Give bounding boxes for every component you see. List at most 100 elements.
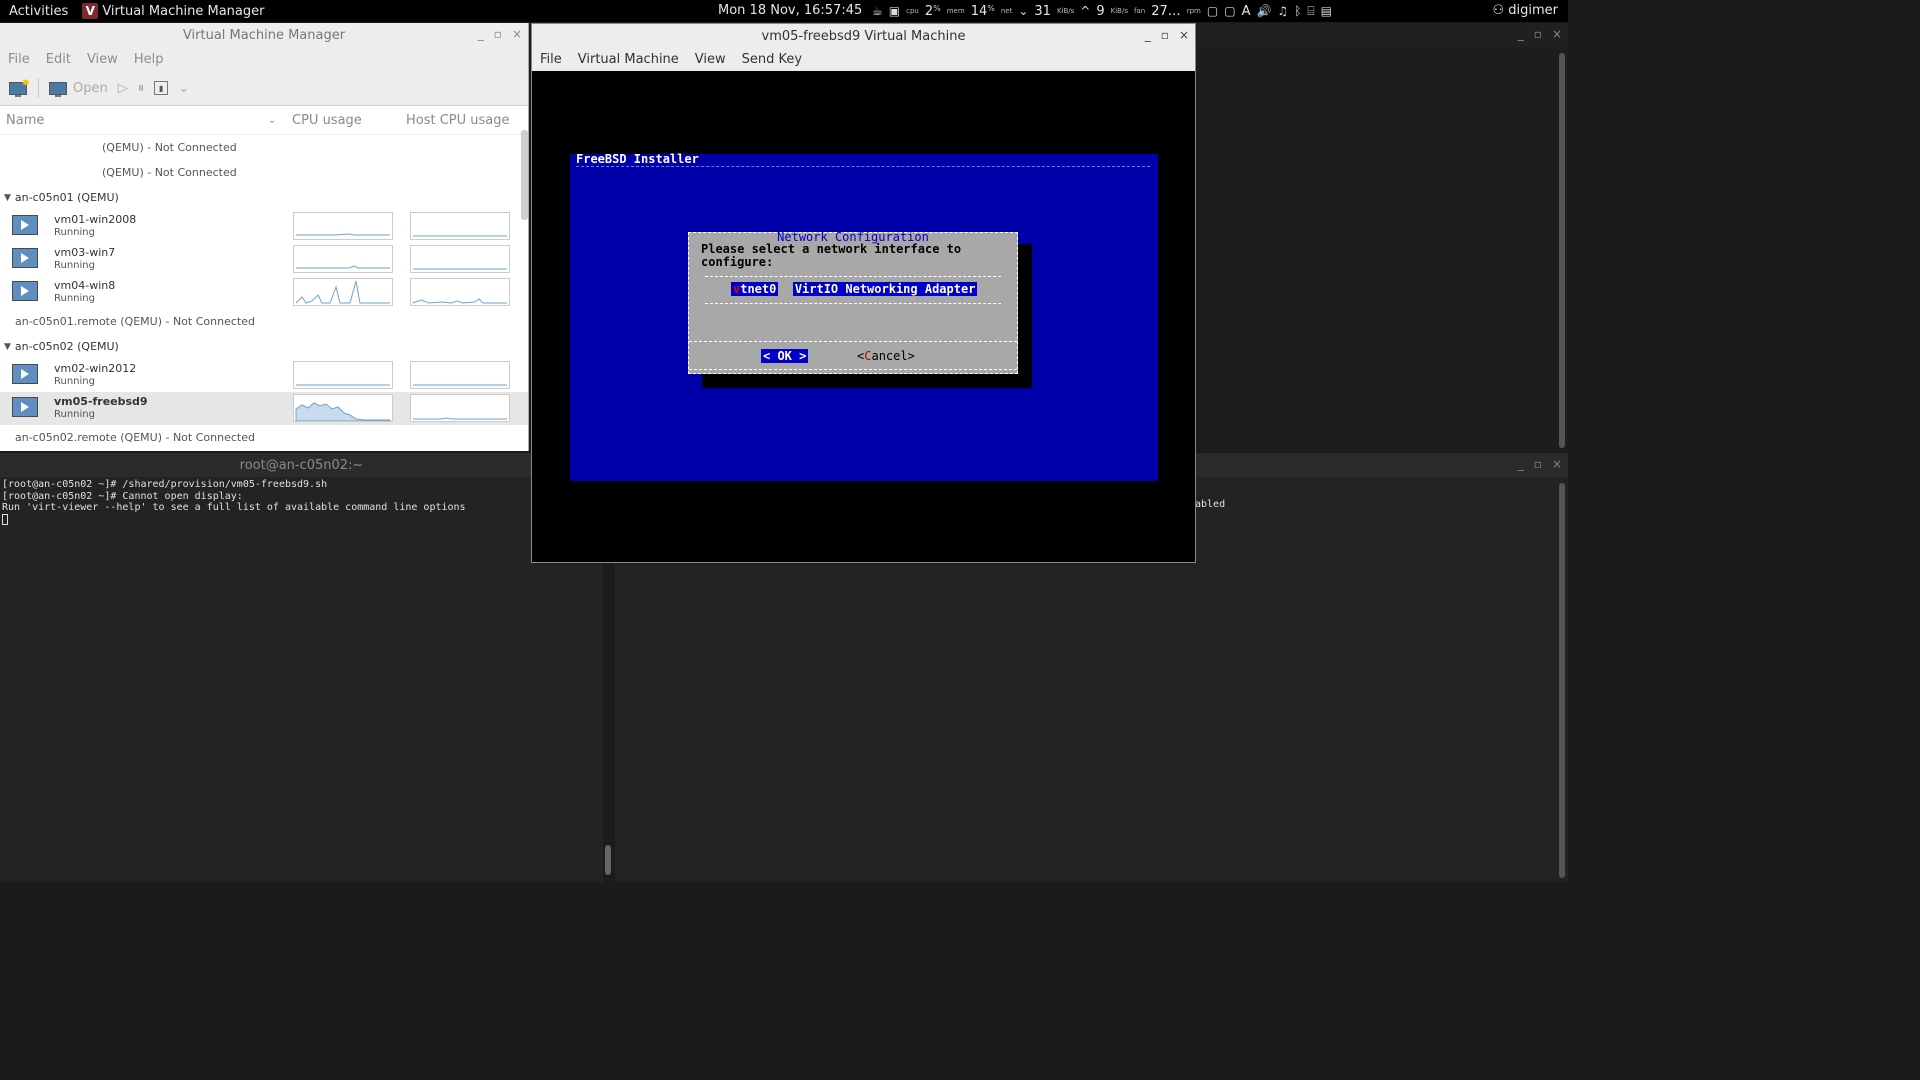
connection-group-an-c05n01[interactable]: ▼ an-c05n01 (QEMU): [0, 185, 528, 210]
menu-edit[interactable]: Edit: [46, 52, 71, 67]
minimize-icon[interactable]: _: [1145, 28, 1151, 42]
connection-group-an-c05n02[interactable]: ▼ an-c05n02 (QEMU): [0, 334, 528, 359]
group-label: an-c05n02 (QEMU): [14, 340, 119, 353]
vm-status: Running: [54, 409, 95, 420]
minimize-icon[interactable]: _: [478, 27, 484, 41]
scrollbar[interactable]: [1559, 53, 1565, 448]
vm-list-scrollbar[interactable]: [521, 130, 528, 220]
user-icon: ⚇: [1492, 3, 1505, 18]
remote-connection-row[interactable]: an-c05n02.remote (QEMU) - Not Connected: [0, 425, 528, 450]
cancel-label-rest: ancel>: [871, 349, 915, 363]
vm-row-vm02[interactable]: vm02-win2012 Running: [0, 359, 528, 392]
mem-label: mem: [946, 7, 965, 15]
host-cpu-usage-graph: [410, 361, 510, 389]
dialog-bottom-border: [689, 369, 1017, 370]
pause-icon[interactable]: ⏸: [138, 81, 145, 96]
workspace-1-icon[interactable]: ▢: [1207, 4, 1218, 18]
terminal-output[interactable]: [root@an-c05n02 ~]# /shared/provision/vm…: [0, 477, 603, 528]
expander-icon[interactable]: ▼: [4, 193, 11, 203]
run-icon[interactable]: ▷: [118, 81, 128, 96]
menu-file[interactable]: File: [540, 52, 562, 67]
coffee-cup-icon[interactable]: ☕: [872, 4, 883, 18]
chevron-down-icon[interactable]: ⌄: [268, 115, 276, 126]
vm-running-icon: [12, 397, 38, 417]
menu-file[interactable]: File: [8, 52, 30, 67]
vm-name: vm02-win2012: [54, 362, 137, 375]
maximize-icon[interactable]: ▫: [1161, 28, 1169, 42]
app-menu[interactable]: V Virtual Machine Manager: [82, 3, 264, 19]
vm-row-vm04[interactable]: vm04-win8 Running: [0, 276, 528, 309]
headphones-icon[interactable]: ♫: [1277, 4, 1288, 18]
background-terminal-top[interactable]: _ ▫ ×: [1197, 23, 1568, 451]
terminal-titlebar[interactable]: root@an-c05n02:~: [0, 453, 603, 477]
terminal-scrollbar[interactable]: [605, 845, 611, 875]
network-configuration-dialog: Network Configuration Please select a ne…: [688, 230, 1018, 374]
host-cpu-usage-graph: [410, 245, 510, 273]
menu-view[interactable]: View: [695, 52, 726, 67]
vm-status: Running: [54, 227, 95, 238]
terminal-window[interactable]: root@an-c05n02:~ [root@an-c05n02 ~]# /sh…: [0, 453, 603, 882]
column-name[interactable]: Name: [6, 113, 44, 128]
maximize-icon[interactable]: ▫: [494, 27, 502, 41]
clock[interactable]: Mon 18 Nov, 16:57:45: [718, 3, 862, 18]
net-up-value: 9: [1096, 3, 1105, 19]
new-vm-button[interactable]: ✸: [8, 78, 30, 97]
connection-row[interactable]: (QEMU) - Not Connected: [0, 135, 528, 160]
close-icon[interactable]: ×: [512, 27, 522, 41]
shutdown-icon[interactable]: ▮: [154, 81, 169, 95]
cancel-button[interactable]: <Cancel>: [857, 349, 915, 363]
menu-send-key[interactable]: Send Key: [742, 52, 802, 67]
column-host-cpu-usage[interactable]: Host CPU usage: [406, 113, 510, 128]
monitor-icon: [49, 81, 67, 97]
cpu-value: 2%: [924, 3, 941, 19]
vm-status: Running: [54, 260, 95, 271]
interface-option-vtnet0[interactable]: vtnet0 VirtIO Networking Adapter: [731, 282, 978, 296]
close-icon[interactable]: ×: [1179, 28, 1189, 42]
minimize-icon[interactable]: _: [1518, 27, 1524, 41]
terminal-line: [root@an-c05n02 ~]# Cannot open display:: [2, 490, 243, 502]
vmm-titlebar[interactable]: Virtual Machine Manager _ ▫ ×: [0, 23, 528, 47]
scrollbar[interactable]: [1559, 483, 1565, 878]
net-down-unit: KiB/s: [1056, 7, 1075, 15]
remote-connection-row[interactable]: an-c05n01.remote (QEMU) - Not Connected: [0, 309, 528, 334]
background-terminal-titlebar[interactable]: _ ▫ ×: [1197, 23, 1568, 47]
column-cpu-usage[interactable]: CPU usage: [292, 113, 362, 128]
header-rule: [576, 166, 1150, 167]
vm-row-vm05-selected[interactable]: vm05-freebsd9 Running: [0, 392, 528, 425]
cpu-usage-graph: [293, 394, 393, 422]
menu-view[interactable]: View: [87, 52, 118, 67]
bluetooth-icon[interactable]: ᛒ: [1294, 4, 1301, 18]
maximize-icon[interactable]: ▫: [1534, 27, 1542, 41]
net-down-value: 31: [1034, 3, 1051, 19]
expander-icon[interactable]: ▼: [4, 342, 11, 352]
activities-button[interactable]: Activities: [9, 4, 68, 19]
workspace-a-icon[interactable]: ▢: [1224, 4, 1235, 18]
vm-running-icon: [12, 248, 38, 268]
menu-help[interactable]: Help: [134, 52, 164, 67]
network-wired-icon[interactable]: ⌸: [1307, 4, 1314, 19]
close-icon[interactable]: ×: [1552, 457, 1562, 471]
vmm-toolbar: ✸ Open ▷ ⏸ ▮ ⌄: [0, 71, 528, 106]
vm-row-vm03[interactable]: vm03-win7 Running: [0, 243, 528, 276]
vm-name: vm03-win7: [54, 246, 116, 259]
user-menu[interactable]: ⚇ digimer: [1492, 3, 1558, 18]
minimize-icon[interactable]: _: [1518, 457, 1524, 471]
shutdown-menu-chevron-icon[interactable]: ⌄: [178, 81, 189, 96]
viewer-titlebar[interactable]: vm05-freebsd9 Virtual Machine _ ▫ ×: [532, 24, 1195, 48]
close-icon[interactable]: ×: [1552, 27, 1562, 41]
group-label: an-c05n01 (QEMU): [14, 191, 119, 204]
dialog-separator: [689, 341, 1017, 342]
clipboard-icon[interactable]: ▤: [1321, 4, 1332, 18]
maximize-icon[interactable]: ▫: [1534, 457, 1542, 471]
ok-button[interactable]: < OK >: [761, 349, 809, 363]
vm-row-vm01[interactable]: vm01-win2008 Running: [0, 210, 528, 243]
connection-row[interactable]: (QEMU) - Not Connected: [0, 160, 528, 185]
guest-display[interactable]: FreeBSD Installer Network Configuration …: [570, 152, 1158, 481]
top-panel: Activities V Virtual Machine Manager Mon…: [0, 0, 1568, 22]
input-language[interactable]: A: [1242, 4, 1251, 19]
menu-virtual-machine[interactable]: Virtual Machine: [578, 52, 679, 67]
open-button[interactable]: Open: [49, 81, 108, 97]
terminal-cursor: [2, 513, 8, 525]
cpu-monitor-icon[interactable]: ▣: [889, 4, 900, 18]
volume-icon[interactable]: 🔊: [1256, 4, 1271, 18]
